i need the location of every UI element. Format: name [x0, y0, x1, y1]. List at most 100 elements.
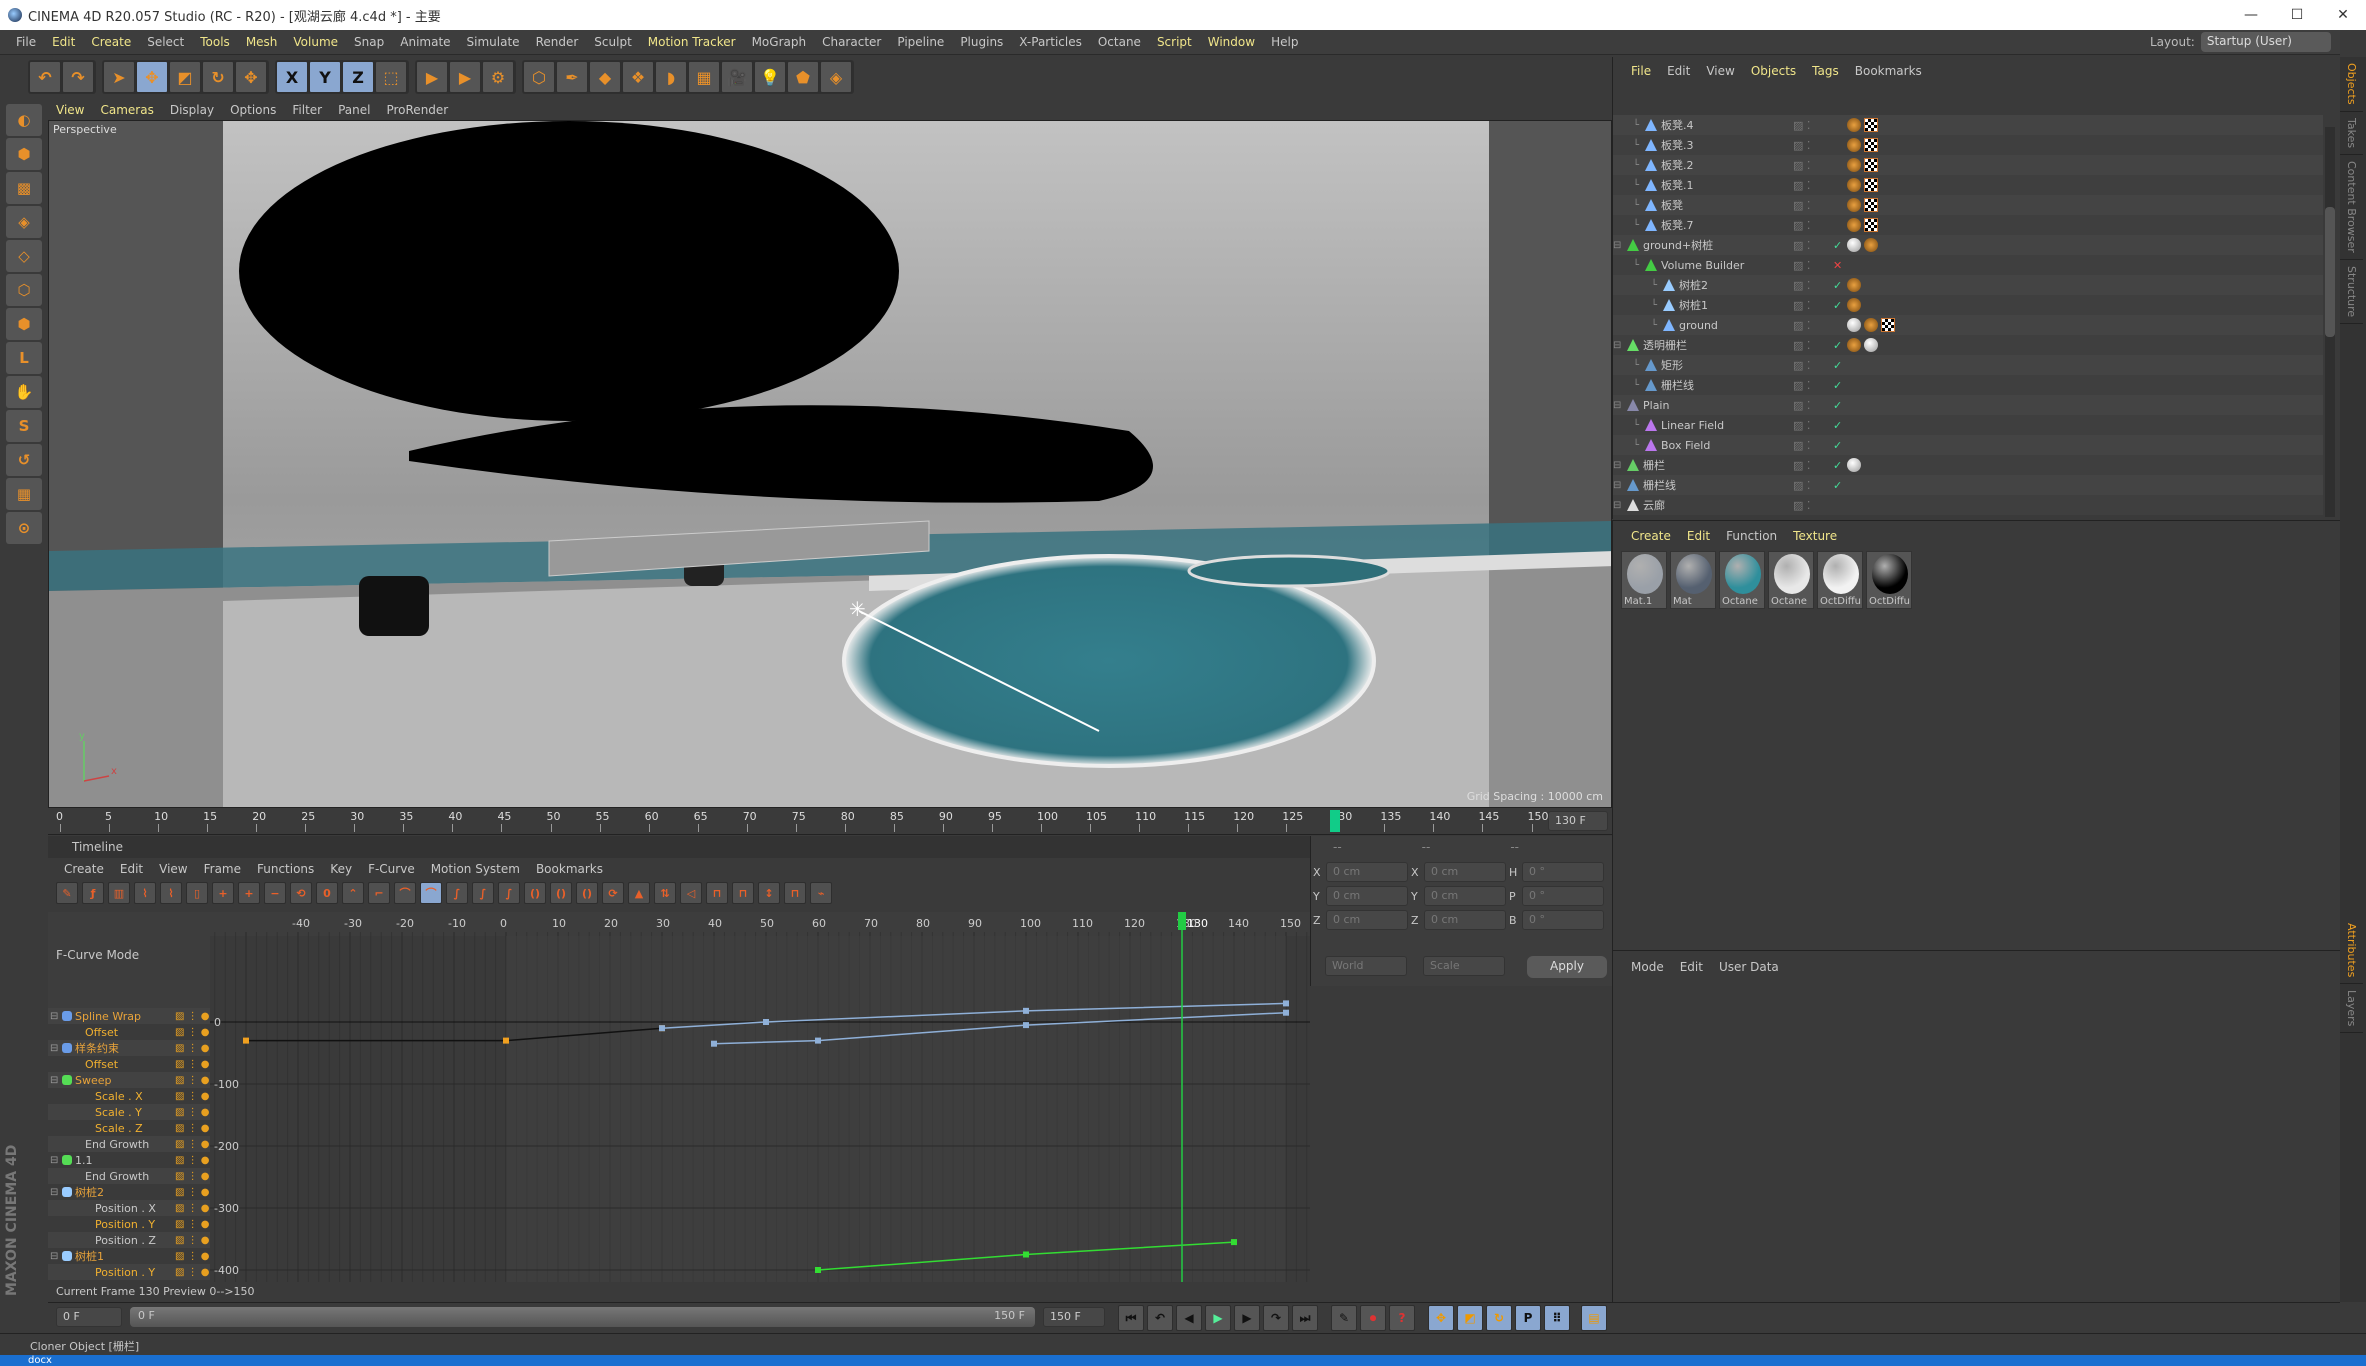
menu-simulate[interactable]: Simulate — [459, 35, 528, 49]
render-view-icon[interactable]: ▶ — [416, 61, 448, 93]
object-row[interactable]: └ 板凳.7 ▨ ⁚ — [1613, 215, 2323, 235]
keyframe[interactable] — [815, 1037, 821, 1044]
menu-script[interactable]: Script — [1149, 35, 1200, 49]
checker-tag-icon[interactable] — [1864, 118, 1878, 132]
spline-icon[interactable]: ◈ — [820, 61, 852, 93]
object-row[interactable]: └ 矩形 ▨ ⁚ ✓ — [1613, 355, 2323, 375]
track-flags-icon[interactable]: ▨ ⋮ ● — [175, 1027, 210, 1038]
enabled-check[interactable]: ✓ — [1833, 359, 1847, 372]
track-row[interactable]: Scale . Z ▨ ⋮ ● — [48, 1120, 210, 1136]
timeline-tool-icon[interactable]: − — [264, 882, 286, 904]
visibility-toggle[interactable]: ▨ ⁚ — [1793, 119, 1833, 132]
track-flags-icon[interactable]: ▨ ⋮ ● — [175, 1011, 210, 1022]
timeline-tool-icon[interactable]: ƒ — [82, 882, 104, 904]
timeline-menu-bookmarks[interactable]: Bookmarks — [528, 862, 611, 876]
rotate-icon[interactable]: ↻ — [202, 61, 234, 93]
object-row[interactable]: └ 板凳.2 ▨ ⁚ — [1613, 155, 2323, 175]
object-name[interactable]: 树桩1 — [1679, 297, 1793, 313]
coordinate-space-dropdown[interactable]: World — [1325, 956, 1407, 976]
key-parameter-icon[interactable]: P — [1515, 1305, 1541, 1331]
checker-tag-icon[interactable] — [1864, 158, 1878, 172]
track-flags-icon[interactable]: ▨ ⋮ ● — [175, 1235, 210, 1246]
track-row[interactable]: End Growth ▨ ⋮ ● — [48, 1168, 210, 1184]
coord-field[interactable]: 0 cm — [1326, 862, 1408, 882]
track-flags-icon[interactable]: ▨ ⋮ ● — [175, 1075, 210, 1086]
menu-edit[interactable]: Edit — [44, 35, 83, 49]
object-name[interactable]: 板凳 — [1661, 197, 1793, 213]
play-icon[interactable]: ▶ — [1205, 1305, 1231, 1331]
timeline-tool-icon[interactable]: ∫ — [498, 882, 520, 904]
track-row[interactable]: Position . Y ▨ ⋮ ● — [48, 1264, 210, 1280]
object-row[interactable]: ⊟ 云廊 ▨ ⁚ — [1613, 495, 2323, 515]
visibility-toggle[interactable]: ▨ ⁚ — [1793, 339, 1833, 352]
object-row[interactable]: ⊟ Plain ▨ ⁚ ✓ — [1613, 395, 2323, 415]
timeline-tool-icon[interactable]: + — [238, 882, 260, 904]
object-name[interactable]: 板凳.7 — [1661, 217, 1793, 233]
expand-icon[interactable]: └ — [1613, 200, 1641, 211]
render-settings-icon[interactable]: ⚙ — [482, 61, 514, 93]
object-name[interactable]: 栅栏 — [1643, 457, 1793, 473]
timeline-tool-icon[interactable]: ⟲ — [290, 882, 312, 904]
expand-icon[interactable]: └ — [1613, 260, 1641, 271]
material-swatch[interactable]: Mat.1 — [1621, 551, 1667, 609]
menu-mograph[interactable]: MoGraph — [744, 35, 815, 49]
keyframe[interactable] — [659, 1025, 665, 1032]
keyframe[interactable] — [711, 1040, 717, 1047]
object-row[interactable]: └ Linear Field ▨ ⁚ ✓ — [1613, 415, 2323, 435]
expand-icon[interactable]: ⊟ — [1613, 500, 1623, 511]
expand-icon[interactable]: └ — [1613, 420, 1641, 431]
key-rotation-icon[interactable]: ↻ — [1486, 1305, 1512, 1331]
visibility-toggle[interactable]: ▨ ⁚ — [1793, 139, 1833, 152]
go-to-start-icon[interactable]: ⏮ — [1118, 1305, 1144, 1331]
phong-tag-icon[interactable] — [1847, 118, 1861, 132]
end-frame-field[interactable]: 150 F — [1043, 1307, 1105, 1327]
object-name[interactable]: Plain — [1643, 399, 1793, 412]
objects-menu-view[interactable]: View — [1698, 64, 1742, 78]
coordinate-system-icon[interactable]: ⬚ — [375, 61, 407, 93]
track-row[interactable]: ⊟ 1.1 ▨ ⋮ ● — [48, 1152, 210, 1168]
scheme-icon[interactable]: ▤ — [1581, 1305, 1607, 1331]
timeline-tool-icon[interactable]: 0 — [316, 882, 338, 904]
left-tool-icon[interactable]: ⬢ — [6, 308, 42, 340]
viewport[interactable]: ✳ Perspective Grid Spacing : 10000 cm y … — [48, 120, 1612, 808]
material-menu-texture[interactable]: Texture — [1785, 529, 1845, 543]
timeline-menu-motion-system[interactable]: Motion System — [423, 862, 528, 876]
menu-select[interactable]: Select — [139, 35, 192, 49]
phong-tag-icon[interactable] — [1847, 218, 1861, 232]
object-name[interactable]: Box Field — [1661, 439, 1793, 452]
previous-key-icon[interactable]: ↶ — [1147, 1305, 1173, 1331]
material-tag-icon[interactable] — [1847, 238, 1861, 252]
objects-menu-file[interactable]: File — [1623, 64, 1659, 78]
keyframe[interactable] — [1023, 1022, 1029, 1029]
object-name[interactable]: Linear Field — [1661, 419, 1793, 432]
enabled-check[interactable]: ✓ — [1833, 299, 1847, 312]
keyframe[interactable] — [243, 1037, 249, 1044]
keyframe-selection-icon[interactable]: ? — [1389, 1305, 1415, 1331]
apply-button[interactable]: Apply — [1527, 956, 1607, 978]
keyframe[interactable] — [1283, 1009, 1289, 1016]
timeline-tool-icon[interactable]: ⊓ — [732, 882, 754, 904]
track-row[interactable]: Position . Y ▨ ⋮ ● — [48, 1216, 210, 1232]
track-expand-icon[interactable]: ⊟ — [48, 1011, 62, 1022]
move-icon[interactable]: ✥ — [136, 61, 168, 93]
playhead-handle[interactable] — [1178, 912, 1186, 930]
expand-icon[interactable]: └ — [1613, 140, 1641, 151]
material-swatch[interactable]: OctDiffu — [1817, 551, 1863, 609]
minimize-button[interactable]: — — [2228, 0, 2274, 30]
start-frame-field[interactable]: 0 F — [56, 1307, 122, 1327]
phong-tag-icon[interactable] — [1847, 138, 1861, 152]
timeline-menu-create[interactable]: Create — [56, 862, 112, 876]
track-row[interactable]: ⊟ 样条约束 ▨ ⋮ ● — [48, 1040, 210, 1056]
timeline-tool-icon[interactable]: + — [212, 882, 234, 904]
objects-menu-tags[interactable]: Tags — [1804, 64, 1847, 78]
attributes-menu-user-data[interactable]: User Data — [1711, 960, 1787, 974]
menu-x-particles[interactable]: X-Particles — [1011, 35, 1090, 49]
visibility-toggle[interactable]: ▨ ⁚ — [1793, 399, 1833, 412]
expand-icon[interactable]: └ — [1613, 160, 1641, 171]
object-row[interactable]: └ 树桩2 ▨ ⁚ ✓ — [1613, 275, 2323, 295]
track-flags-icon[interactable]: ▨ ⋮ ● — [175, 1155, 210, 1166]
object-row[interactable]: └ 板凳 ▨ ⁚ — [1613, 195, 2323, 215]
timeline-tool-icon[interactable]: ⌃ — [342, 882, 364, 904]
cube-icon[interactable]: ⬡ — [523, 61, 555, 93]
checker-tag-icon[interactable] — [1864, 138, 1878, 152]
